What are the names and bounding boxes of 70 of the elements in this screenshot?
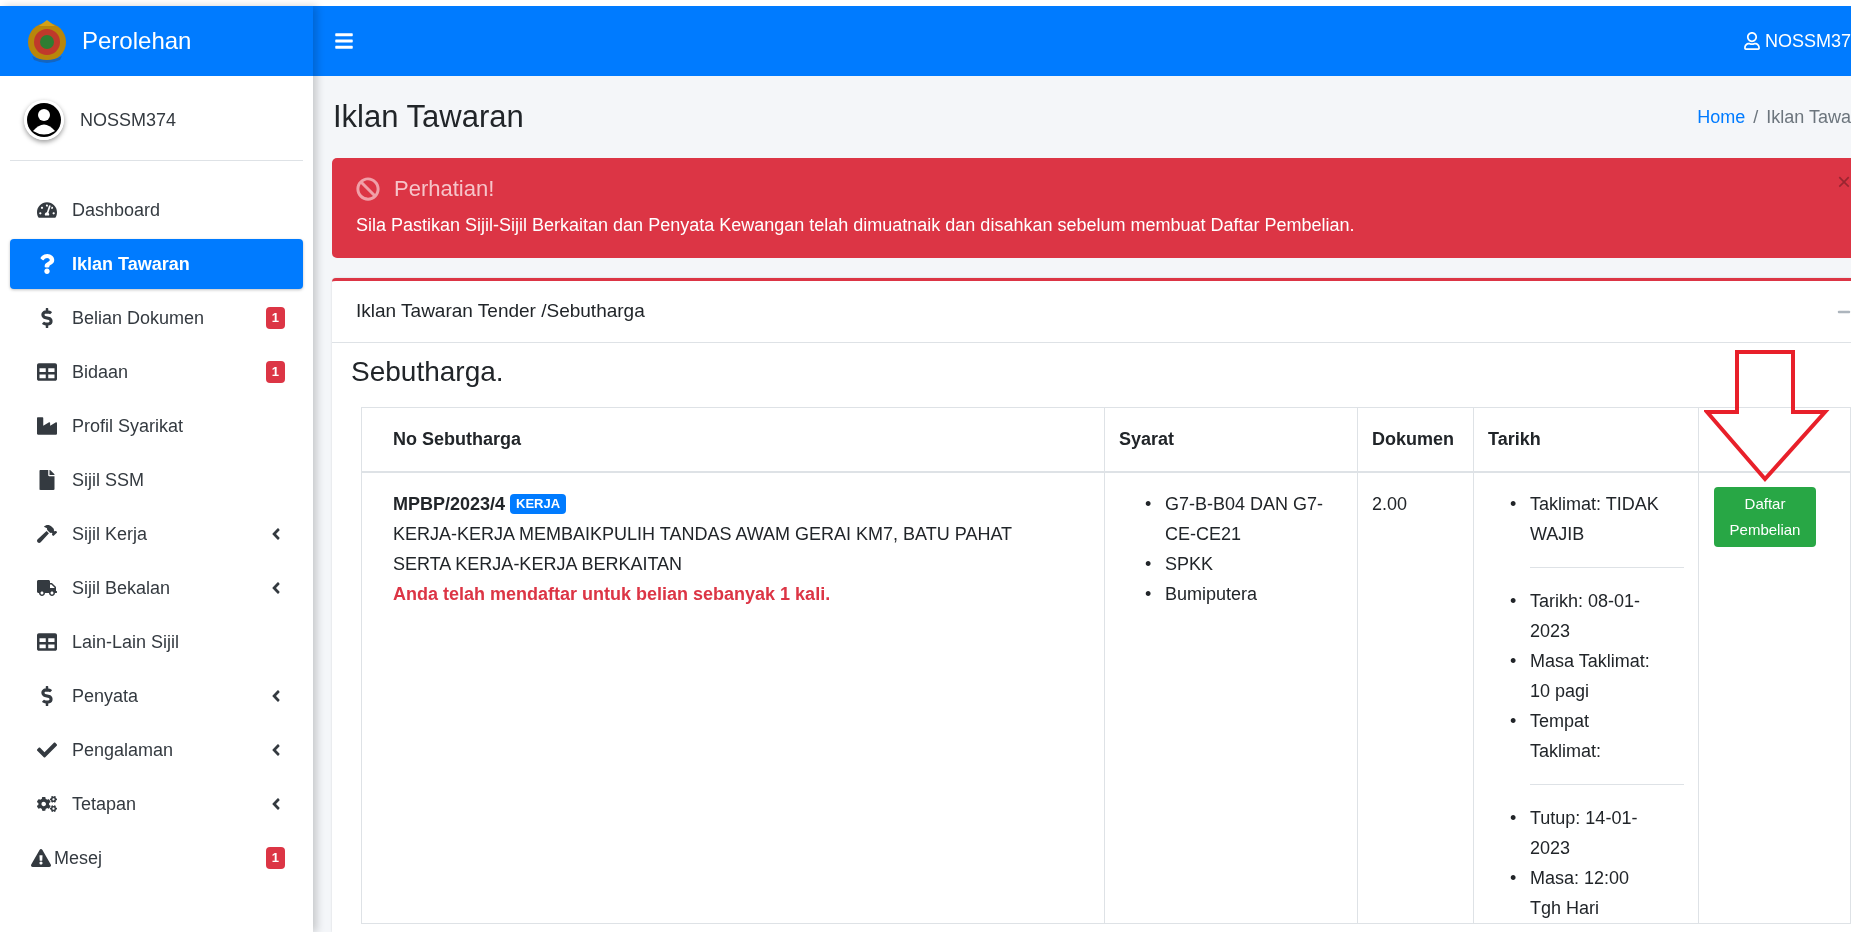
- sidebar-item[interactable]: Penyata: [10, 671, 303, 721]
- sidebar-item[interactable]: Bidaan 1: [10, 347, 303, 397]
- sidebar-item[interactable]: Iklan Tawaran: [10, 239, 303, 289]
- count-badge: 1: [265, 361, 285, 383]
- table-icon: [37, 362, 57, 382]
- breadcrumb-separator: /: [1753, 105, 1759, 129]
- ban-icon: [356, 176, 380, 201]
- gauge-icon: [37, 200, 57, 220]
- alert-title: Perhatian!: [394, 175, 495, 203]
- category-tag: KERJA: [510, 493, 567, 514]
- brand-title: Perolehan: [82, 26, 192, 56]
- truck-icon: [37, 578, 57, 598]
- bullet-mark: •: [1510, 866, 1518, 890]
- card-title: Iklan Tawaran Tender /Sebutharga: [356, 299, 645, 324]
- date-item: Tutup: 14-01-2023: [1530, 806, 1639, 860]
- tender-number: MPBP/2023/4: [393, 492, 506, 516]
- sidebar-item[interactable]: Sijil SSM: [10, 455, 303, 505]
- sidebar-item[interactable]: Sijil Bekalan: [10, 563, 303, 613]
- column-header: Dokumen: [1357, 407, 1474, 472]
- sidebar-item[interactable]: Sijil Kerja: [10, 509, 303, 559]
- sidebar-item[interactable]: Dashboard: [10, 185, 303, 235]
- column-header: Tarikh: [1473, 407, 1699, 472]
- requirement-item: G7-B-B04 DAN G7-CE-CE21: [1165, 492, 1325, 546]
- avatar-icon: [24, 100, 64, 140]
- sidebar-item[interactable]: Tetapan: [10, 779, 303, 829]
- menu-icon: [334, 31, 354, 51]
- sidebar-item[interactable]: Mesej 1: [10, 833, 303, 883]
- bullet-mark: •: [1510, 806, 1518, 830]
- bullet-mark: •: [1145, 582, 1153, 606]
- document-fee: 2.00: [1357, 471, 1474, 923]
- breadcrumb-link[interactable]: Home: [1697, 103, 1746, 131]
- menu-button[interactable]: [334, 31, 354, 51]
- column-header: No Sebutharga: [361, 407, 1105, 472]
- breadcrumb-current: Iklan Tawa: [1766, 105, 1851, 129]
- page-title: Iklan Tawaran: [333, 97, 524, 136]
- date-item: Tarikh: 08-01-2023: [1530, 589, 1642, 643]
- gears-icon: [37, 794, 57, 814]
- count-badge: 1: [265, 847, 285, 869]
- bullet-mark: •: [1145, 552, 1153, 576]
- bullet-mark: •: [1510, 589, 1518, 613]
- bullet-mark: •: [1510, 709, 1518, 733]
- sidebar-item[interactable]: Pengalaman: [10, 725, 303, 775]
- bullet-mark: •: [1510, 649, 1518, 673]
- sidebar-item[interactable]: Profil Syarikat: [10, 401, 303, 451]
- check-icon: [37, 740, 57, 760]
- user-menu-label: NOSSM37: [1764, 29, 1851, 53]
- requirement-item: SPKK: [1165, 552, 1214, 576]
- requirement-item: Bumiputera: [1165, 582, 1258, 606]
- date-item: Taklimat: TIDAK WAJIB: [1530, 492, 1660, 546]
- date-item: Masa Taklimat: 10 pagi: [1530, 649, 1651, 703]
- sidebar-item[interactable]: Lain-Lain Sijil: [10, 617, 303, 667]
- column-header: Syarat: [1104, 407, 1358, 472]
- date-item: Tempat Taklimat:: [1530, 709, 1602, 763]
- user-icon: [1742, 32, 1761, 50]
- alert-message: Sila Pastikan Sijil-Sijil Berkaitan dan Penyata Kewangan telah dimuatnaik dan disahkan sebelum membuat Daftar Pembelian.: [356, 214, 1356, 237]
- file-icon: [37, 470, 57, 490]
- bullet-mark: •: [1145, 492, 1153, 516]
- bullet-mark: •: [1510, 492, 1518, 516]
- section-title: Sebutharga.: [350, 355, 505, 389]
- warning-icon: [31, 848, 51, 868]
- count-badge: 1: [265, 307, 285, 329]
- table-icon: [37, 632, 57, 652]
- sidebar-item[interactable]: Belian Dokumen 1: [10, 293, 303, 343]
- date-item: Masa: 12:00 Tgh Hari: [1530, 866, 1631, 920]
- purchase-notice: Anda telah mendaftar untuk belian sebanyak 1 kali.: [393, 582, 832, 606]
- hammer-icon: [37, 524, 57, 544]
- user-menu[interactable]: NOSSM37: [1742, 27, 1851, 55]
- tender-description: KERJA-KERJA MEMBAIKPULIH TANDAS AWAM GERAI KM7, BATU PAHAT SERTA KERJA-KERJA BERKAITAN: [393, 522, 1013, 576]
- factory-icon: [37, 416, 57, 436]
- user-name: NOSSM374: [80, 108, 177, 132]
